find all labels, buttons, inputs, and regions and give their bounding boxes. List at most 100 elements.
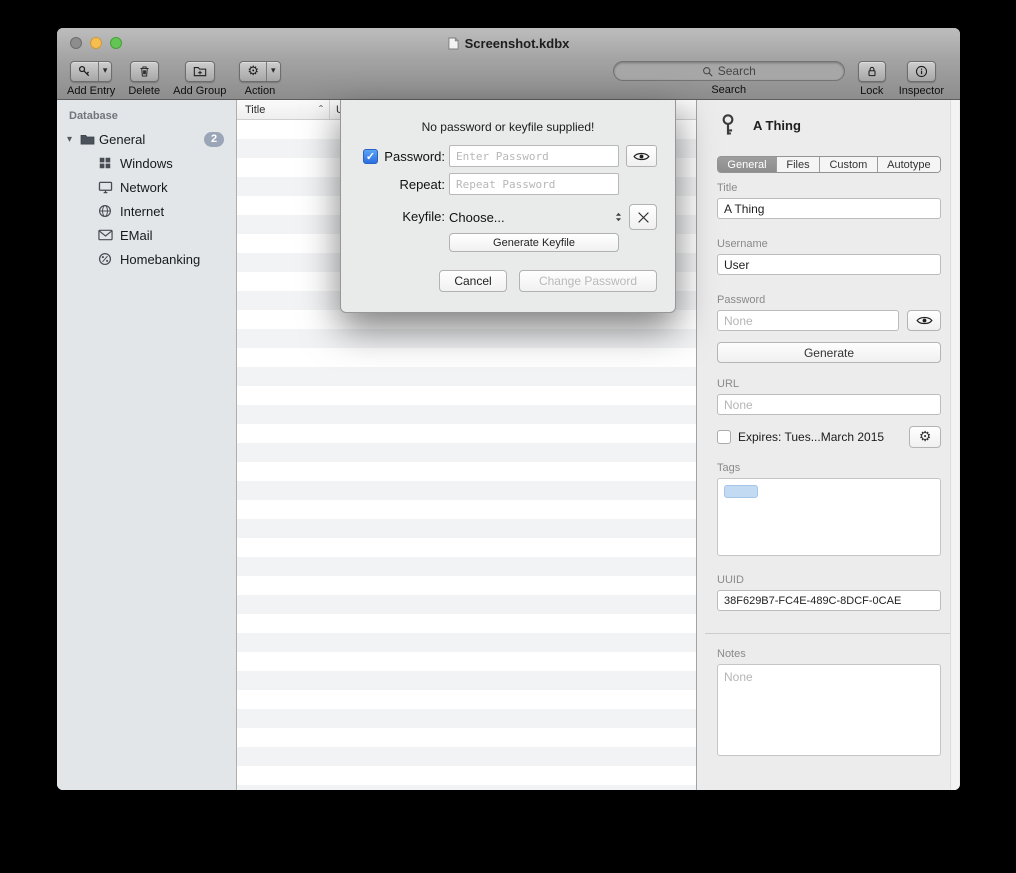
add-group-label: Add Group [173,85,226,97]
sidebar-item-network[interactable]: Network [57,175,236,199]
reveal-password-button[interactable] [907,310,941,331]
sidebar-header: Database [69,110,236,122]
expires-settings-button[interactable]: ⚙ [909,426,941,448]
search-caption: Search [711,84,746,96]
window-title-text: Screenshot.kdbx [465,36,570,51]
sidebar-item-label: EMail [120,228,153,243]
inspector-scrollbar[interactable] [950,100,959,790]
clear-x-icon [637,211,650,224]
dialog-repeat-label: Repeat: [361,177,445,192]
generate-keyfile-button[interactable]: Generate Keyfile [449,233,619,252]
add-group-button[interactable] [185,61,215,82]
windows-icon [97,155,113,171]
add-entry-label: Add Entry [67,85,115,97]
key-icon [71,62,98,81]
key-icon [717,113,739,137]
eye-icon [633,151,650,162]
tab-files[interactable]: Files [777,157,820,172]
title-field[interactable] [717,198,941,219]
chevron-down-icon: ▾ [271,67,276,76]
keyfile-selected-value: Choose... [449,210,505,225]
sidebar-item-email[interactable]: EMail [57,223,236,247]
toolbar: ▾ Add Entry Delete Add Group [57,58,960,100]
change-password-sheet: No password or keyfile supplied! ✓ Passw… [340,100,676,313]
enter-password-field[interactable] [449,145,619,167]
sort-ascending-icon: ˆ [319,106,323,114]
lock-button[interactable] [858,61,886,82]
password-field[interactable] [717,310,899,331]
url-field[interactable] [717,394,941,415]
show-password-button[interactable] [626,145,657,167]
expires-checkbox[interactable] [717,430,731,444]
generate-password-button[interactable]: Generate [717,342,941,363]
tags-field[interactable] [717,478,941,556]
eye-icon [916,315,933,326]
inspector-panel: A Thing General Files Custom Autotype Ti… [696,100,960,790]
action-dropdown[interactable]: ▾ [266,62,280,81]
column-header-title[interactable]: Title ˆ [237,104,329,116]
search-icon [702,66,713,77]
sidebar-group-label: General [99,132,145,147]
sidebar-item-homebanking[interactable]: Homebanking [57,247,236,271]
folder-plus-icon [186,62,214,81]
sidebar-item-label: Windows [120,156,173,171]
inspector-button[interactable] [907,61,936,82]
sidebar-group-general[interactable]: ▾ General 2 [57,127,236,151]
app-window: Screenshot.kdbx ▾ Add Entry [57,28,960,790]
action-label: Action [245,85,276,97]
tab-custom[interactable]: Custom [820,157,878,172]
cancel-button[interactable]: Cancel [439,270,507,292]
entry-count-badge: 2 [204,132,224,147]
sidebar-item-label: Internet [120,204,164,219]
toolbar-item-add-group: Add Group [173,61,226,97]
titlebar[interactable]: Screenshot.kdbx [57,28,960,58]
toolbar-item-delete: Delete [128,61,160,97]
chevron-down-icon: ▾ [103,67,108,76]
add-entry-button[interactable]: ▾ [70,61,113,82]
uuid-field[interactable] [717,590,941,611]
sidebar-item-internet[interactable]: Internet [57,199,236,223]
sidebar-item-windows[interactable]: Windows [57,151,236,175]
dialog-password-label: Password: [361,149,445,164]
disclosure-triangle-icon[interactable]: ▾ [64,134,75,145]
document-icon [448,37,459,50]
search-input[interactable]: Search [613,61,845,81]
toolbar-item-inspector: Inspector [899,61,944,97]
notes-field-container [717,664,941,756]
trash-icon [131,62,158,81]
notes-label: Notes [717,648,746,660]
globe-icon [97,203,113,219]
tag-token[interactable] [724,485,758,498]
expires-label: Expires: Tues...March 2015 [738,430,884,444]
repeat-password-field[interactable] [449,173,619,195]
title-label: Title [717,182,737,194]
sidebar-item-label: Homebanking [120,252,200,267]
gear-icon: ⚙ [919,430,932,444]
search-placeholder: Search [718,64,756,78]
add-entry-dropdown[interactable]: ▾ [98,62,112,81]
toolbar-item-lock: Lock [858,61,886,97]
coin-icon [97,251,113,267]
change-password-button[interactable]: Change Password [519,270,657,292]
desktop-background: { "window": { "title": "Screenshot.kdbx"… [0,0,1016,873]
inspector-tabs: General Files Custom Autotype [717,156,941,173]
tab-general[interactable]: General [718,157,777,172]
username-field[interactable] [717,254,941,275]
dialog-keyfile-label: Keyfile: [361,209,445,224]
delete-button[interactable] [130,61,159,82]
window-title: Screenshot.kdbx [57,28,960,58]
tab-autotype[interactable]: Autotype [878,157,940,172]
toolbar-item-add-entry: ▾ Add Entry [67,61,115,97]
tags-label: Tags [717,462,740,474]
action-button[interactable]: ⚙ ▾ [239,61,280,82]
lock-label: Lock [860,85,883,97]
clear-keyfile-button[interactable] [629,204,657,230]
sidebar: Database ▾ General 2 Windows Network [57,100,237,790]
lock-icon [859,62,885,81]
entry-header: A Thing [717,113,801,137]
keyfile-popup-button[interactable]: Choose... [449,206,623,228]
window-header: Screenshot.kdbx ▾ Add Entry [57,28,960,100]
notes-field[interactable] [718,665,940,755]
toolbar-item-action: ⚙ ▾ Action [239,61,280,97]
entry-title-heading: A Thing [753,118,801,133]
